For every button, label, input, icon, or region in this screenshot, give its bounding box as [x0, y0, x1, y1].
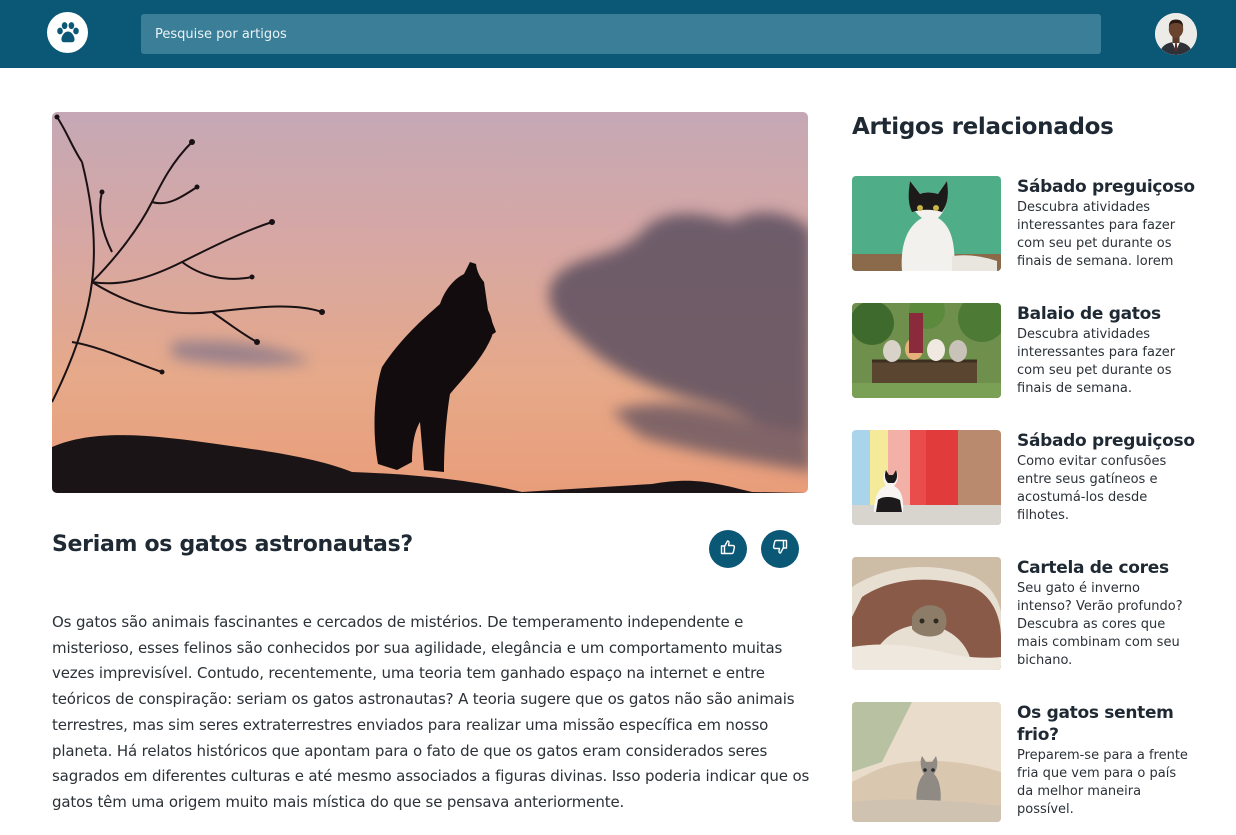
related-article-title: Sábado preguiçoso [1017, 431, 1195, 451]
thumbs-down-icon [772, 539, 788, 559]
related-article-description: Preparem-se para a frente fria que vem p… [1017, 748, 1188, 817]
related-article-title: Os gatos sentem frio? [1017, 703, 1174, 745]
search-input[interactable] [141, 14, 1101, 54]
dislike-button[interactable] [761, 530, 799, 568]
hero-image [52, 112, 808, 493]
related-article-description: Descubra atividades interessantes para f… [1017, 200, 1176, 269]
related-article-description: Seu gato é inverno intenso? Verão profun… [1017, 581, 1183, 668]
related-article-description: Descubra atividades interessantes para f… [1017, 327, 1176, 396]
related-article-title: Balaio de gatos [1017, 304, 1161, 324]
top-bar [0, 0, 1236, 68]
article-title: Seriam os gatos astronautas? [52, 532, 413, 557]
cat-colorful-wall-thumbnail [852, 430, 1001, 525]
cats-basket-thumbnail [852, 303, 1001, 398]
paw-icon[interactable] [47, 12, 88, 53]
user-avatar[interactable] [1155, 13, 1197, 55]
kitten-thumbnail [852, 702, 1001, 822]
article-body: Os gatos são animais fascinantes e cerca… [52, 613, 810, 811]
related-article-title: Cartela de cores [1017, 558, 1169, 578]
cat-thumbnail [852, 176, 1001, 271]
related-articles-title: Artigos relacionados [852, 114, 1114, 140]
like-button[interactable] [709, 530, 747, 568]
related-article-title: Sábado preguiçoso [1017, 177, 1195, 197]
cat-blanket-thumbnail [852, 557, 1001, 670]
related-article-description: Como evitar confusões entre seus gatíneo… [1017, 454, 1167, 523]
thumbs-up-icon [720, 539, 736, 559]
